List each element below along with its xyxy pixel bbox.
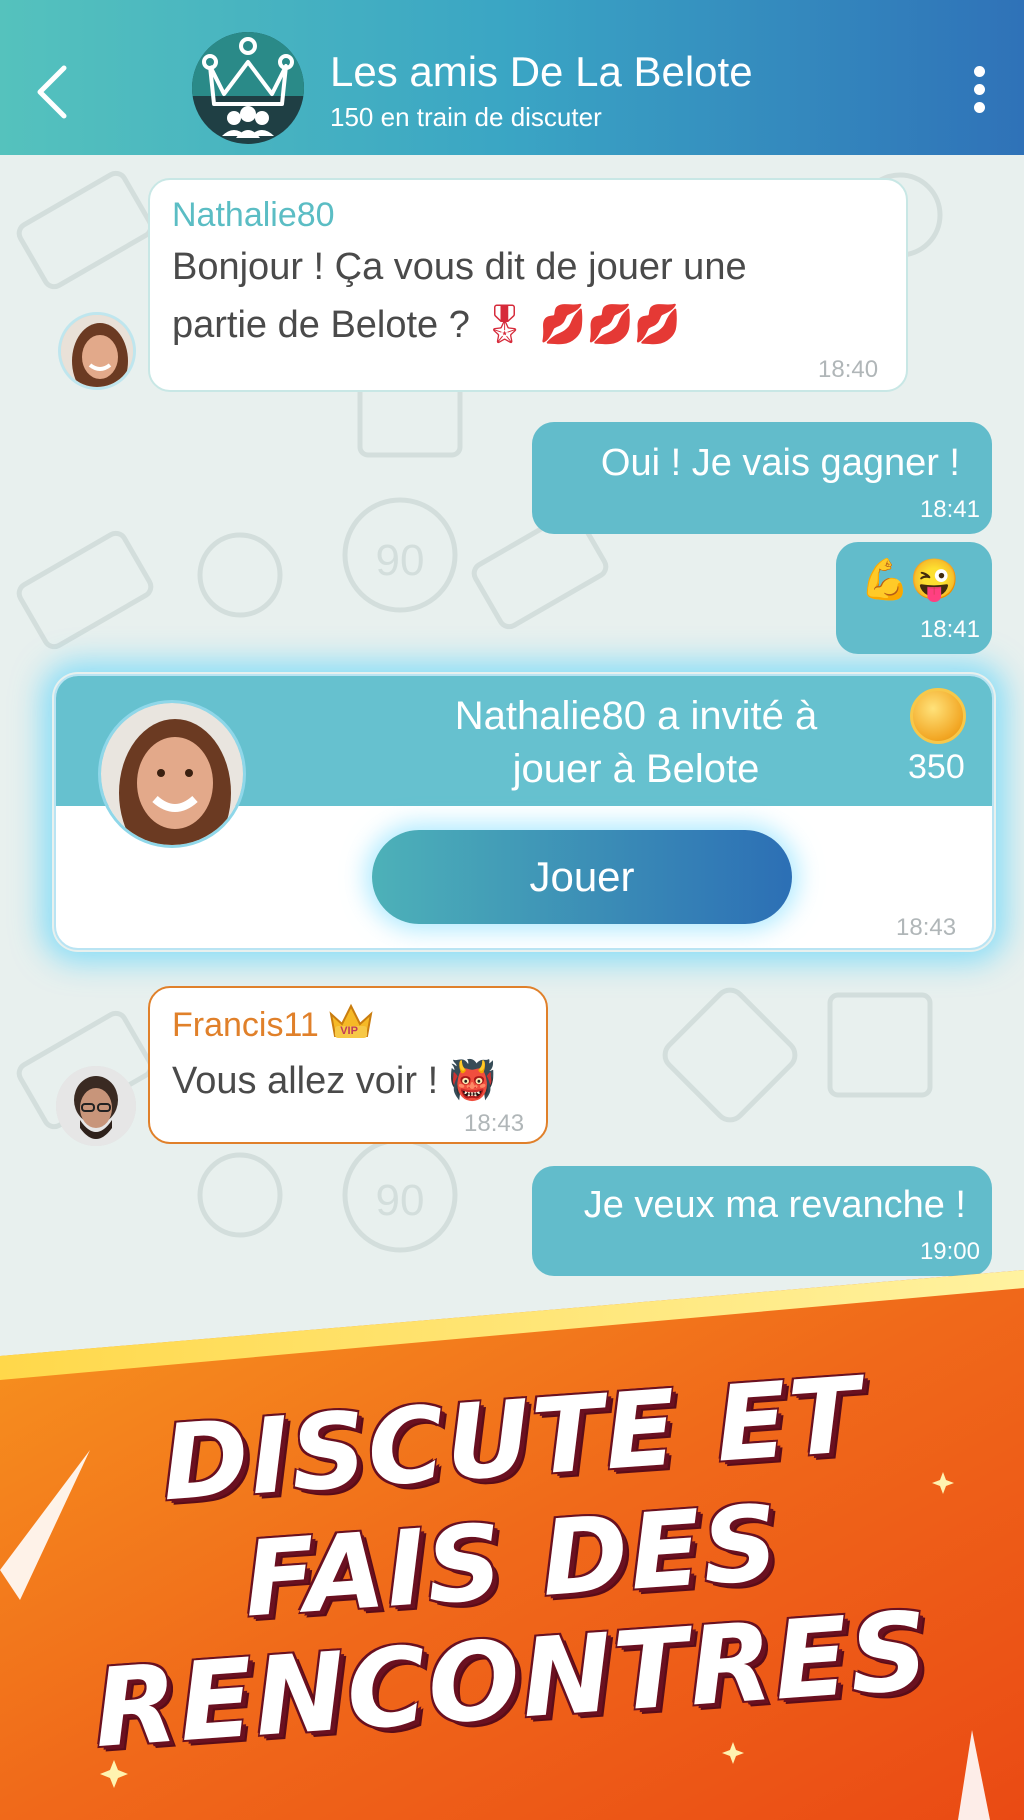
sender-name[interactable]: Nathalie80 [172,196,335,235]
invite-title: Nathalie80 a invité à jouer à Belote [454,694,818,791]
chat-title: Les amis De La Belote [330,48,753,95]
avatar-francis11[interactable] [56,1066,136,1146]
message-time: 18:41 [919,496,980,523]
chat-header: Les amis De La Belote 150 en train de di… [0,0,1024,155]
flex-wink-emoji: 💪😜 [860,558,960,602]
chat-member-count: 150 en train de discuter [330,102,602,132]
avatar-nathalie80[interactable] [58,312,136,390]
message-line: Bonjour ! Ça vous dit de jouer une [172,246,747,288]
message-bubble-outgoing[interactable]: Je veux ma revanche ! 19:00 [532,1166,992,1276]
more-options-icon[interactable] [966,66,992,122]
crown-group-icon [202,37,294,138]
svg-text:90: 90 [376,1176,425,1225]
vip-badge: VIP [340,1025,358,1037]
message-line: partie de Belote ? 🎖 💋💋💋 [172,304,682,346]
message-text: Bonjour ! Ça vous dit de jouer une parti… [172,238,892,354]
message-time: 18:41 [919,616,980,643]
message-bubble-outgoing[interactable]: Oui ! Je vais gagner ! 18:41 [532,422,992,534]
message-time: 19:00 [919,1238,980,1265]
message-bubble[interactable]: Francis11 VIP Vous allez voir ! 👹 18:43 [148,986,548,1144]
play-button[interactable]: Jouer [372,830,792,924]
message-bubble-outgoing[interactable]: 💪😜 18:41 [836,542,992,654]
medal-kiss-emoji: 🎖 💋💋💋 [480,304,682,346]
avatar-nathalie80-large[interactable] [98,700,246,848]
sender-name[interactable]: Francis11 VIP [172,1002,374,1045]
message-text: Je veux ma revanche ! [583,1184,966,1226]
invite-time: 18:43 [896,914,957,941]
devil-emoji: 👹 [448,1060,497,1102]
message-text: Vous allez voir ! 👹 [172,1060,497,1102]
message-time: 18:40 [818,356,879,383]
message-text: Oui ! Je vais gagner ! [600,442,960,484]
vip-crown-icon: VIP [328,1002,374,1042]
message-bubble[interactable]: Nathalie80 Bonjour ! Ça vous dit de joue… [148,178,908,392]
coin-icon [910,688,966,744]
woman-portrait-icon [101,703,243,845]
message-time: 18:43 [464,1110,525,1137]
svg-text:90: 90 [376,536,425,585]
group-avatar[interactable] [192,32,304,144]
back-arrow-icon[interactable] [30,60,76,124]
invite-cost: 350 [908,748,965,786]
man-portrait-icon [56,1066,136,1146]
